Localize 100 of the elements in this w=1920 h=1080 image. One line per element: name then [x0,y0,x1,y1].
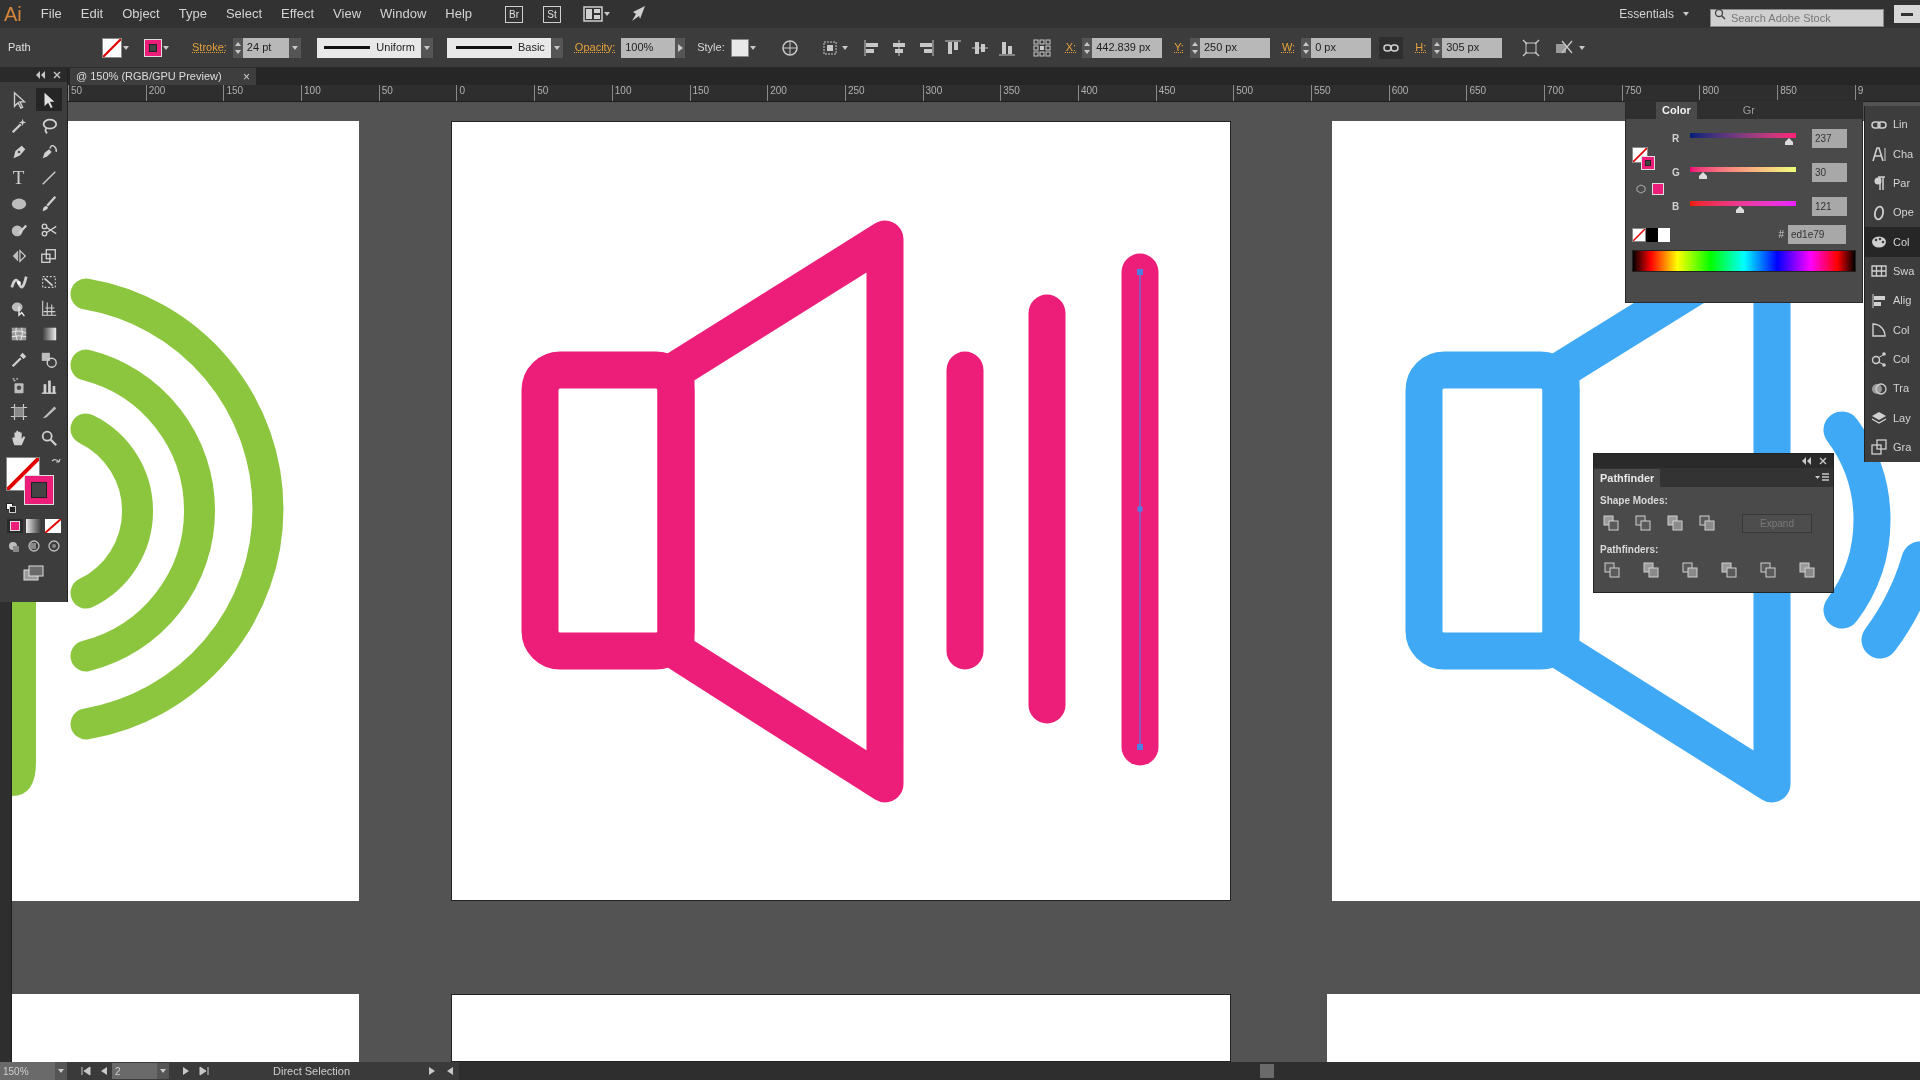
align-icon[interactable] [862,38,881,57]
workspace-switcher[interactable]: Essentials [1619,5,1674,23]
stepper-icon[interactable] [1189,37,1200,58]
draw-inside-icon[interactable] [45,539,62,553]
panel-dock-item[interactable]: Ope [1865,198,1920,228]
panel-dock-item[interactable]: Lay [1865,403,1920,433]
overlapping-squares-icon[interactable] [1643,562,1659,578]
stepper-icon[interactable] [1082,37,1093,58]
menu-item[interactable]: Object [119,4,163,24]
layout-icon[interactable] [583,6,604,22]
overlapping-squares-icon[interactable] [1760,562,1776,578]
document-tab[interactable]: @ 150% (RGB/GPU Preview) × [70,68,256,85]
panel-dock-item[interactable]: Col [1865,344,1920,374]
overlapping-squares-icon[interactable] [1682,562,1698,578]
panel-menu-icon[interactable] [1815,473,1829,483]
gradient-mode-button[interactable] [25,519,42,533]
transform-icon[interactable] [1522,38,1541,57]
channel-value-field[interactable]: 237 [1812,129,1847,148]
overlapping-squares-icon[interactable] [1635,515,1651,531]
stroke-weight-field[interactable]: 24 pt [242,37,289,58]
last-artboard-icon[interactable] [199,1066,209,1076]
draw-behind-icon[interactable] [25,539,42,553]
panel-dock-item[interactable]: Swa [1865,256,1920,286]
brush-dropdown[interactable]: Basic [446,37,551,58]
panel-dock-item[interactable]: Col [1865,315,1920,345]
constrain-proportions-button[interactable] [1379,36,1404,59]
stroke-profile-dropdown[interactable]: Uniform [316,37,421,58]
panel-tab[interactable]: Gr [1736,102,1761,119]
stroke-swatch[interactable] [23,475,54,505]
menu-item[interactable]: Effect [278,4,318,24]
minimize-button[interactable] [1894,5,1920,23]
panel-tab[interactable]: Pathfinder [1594,469,1661,487]
close-icon[interactable] [53,71,61,79]
bridge-button[interactable]: Br [505,5,524,23]
overlapping-squares-icon[interactable] [1603,515,1619,531]
tool-button[interactable] [35,88,62,111]
height-field[interactable]: 305 px [1442,37,1503,58]
close-tab-button[interactable]: × [243,67,250,86]
panel-dock-item[interactable]: Lin [1865,110,1920,140]
globe-icon[interactable] [780,38,799,57]
overlapping-squares-icon[interactable] [1604,562,1620,578]
slider[interactable] [1690,132,1796,145]
color-spectrum[interactable] [1632,250,1856,272]
panel-dock-item[interactable]: Alig [1865,285,1920,316]
next-artboard-icon[interactable] [181,1066,191,1076]
scrollbar-thumb[interactable] [1260,1064,1274,1078]
color-mode-button[interactable] [6,519,23,533]
zoom-dropdown-icon[interactable] [55,1062,67,1080]
panel-dock-item[interactable]: Cha [1865,139,1920,169]
scroll-left-icon[interactable] [445,1066,455,1076]
caret-icon[interactable] [1682,10,1690,18]
swatch-button[interactable] [1646,227,1658,242]
slider[interactable] [1690,200,1796,213]
stepper-icon[interactable] [232,37,243,58]
previous-artboard-icon[interactable] [99,1066,109,1076]
style-swatch[interactable] [730,38,749,57]
menu-item[interactable]: Edit [77,4,107,24]
overlapping-squares-icon[interactable] [1721,562,1737,578]
menu-item[interactable]: Window [377,4,430,24]
align-icon[interactable] [943,38,962,57]
search-field[interactable]: Search Adobe Stock [1710,9,1884,27]
overlapping-squares-icon[interactable] [1667,515,1683,531]
fill-swatch[interactable] [1632,227,1646,242]
first-artboard-icon[interactable] [81,1066,91,1076]
reference-point-icon[interactable] [1031,37,1052,58]
y-field[interactable]: 250 px [1199,37,1270,58]
opacity-field[interactable]: 100% [621,37,676,58]
none-mode-button[interactable] [44,519,61,533]
stepper-icon[interactable] [1432,37,1443,58]
horizontal-scrollbar[interactable] [459,1062,1920,1080]
style-caret-icon[interactable] [748,43,757,52]
stroke-swatch[interactable] [1641,156,1655,170]
fill-swatch[interactable] [102,37,122,58]
swatch-button[interactable] [1658,227,1670,242]
stock-button[interactable]: St [543,5,562,23]
caret-icon[interactable] [840,43,849,52]
screen-mode-icon[interactable] [22,565,45,581]
stroke-swatch[interactable] [144,38,162,57]
x-field[interactable]: 442.839 px [1092,37,1163,58]
width-field[interactable]: 0 px [1311,37,1372,58]
zoom-field[interactable]: 150% [0,1062,55,1080]
menu-item[interactable]: Type [175,4,210,24]
slider[interactable] [1690,166,1796,179]
close-icon[interactable] [1819,457,1827,465]
collapse-icon[interactable] [1801,457,1811,465]
panel-dock-item[interactable]: Col [1865,227,1920,257]
default-colors-icon[interactable] [5,503,16,513]
menu-item[interactable]: Select [222,4,266,24]
panel-tab[interactable]: Color [1656,102,1697,119]
overlapping-squares-icon[interactable] [1699,515,1715,531]
tool-button[interactable]: T [5,166,32,189]
menu-item[interactable]: File [37,4,65,24]
menu-item[interactable]: View [330,4,365,24]
stepper-icon[interactable] [1301,37,1312,58]
panel-dock-item[interactable]: Tra [1865,373,1920,404]
panel-dock-item[interactable]: Par [1865,168,1920,198]
artboard-dropdown-icon[interactable] [157,1063,169,1079]
panel-dock-item[interactable]: Gra [1865,432,1920,462]
status-menu-icon[interactable] [427,1066,437,1076]
overlapping-squares-icon[interactable] [1799,562,1815,578]
